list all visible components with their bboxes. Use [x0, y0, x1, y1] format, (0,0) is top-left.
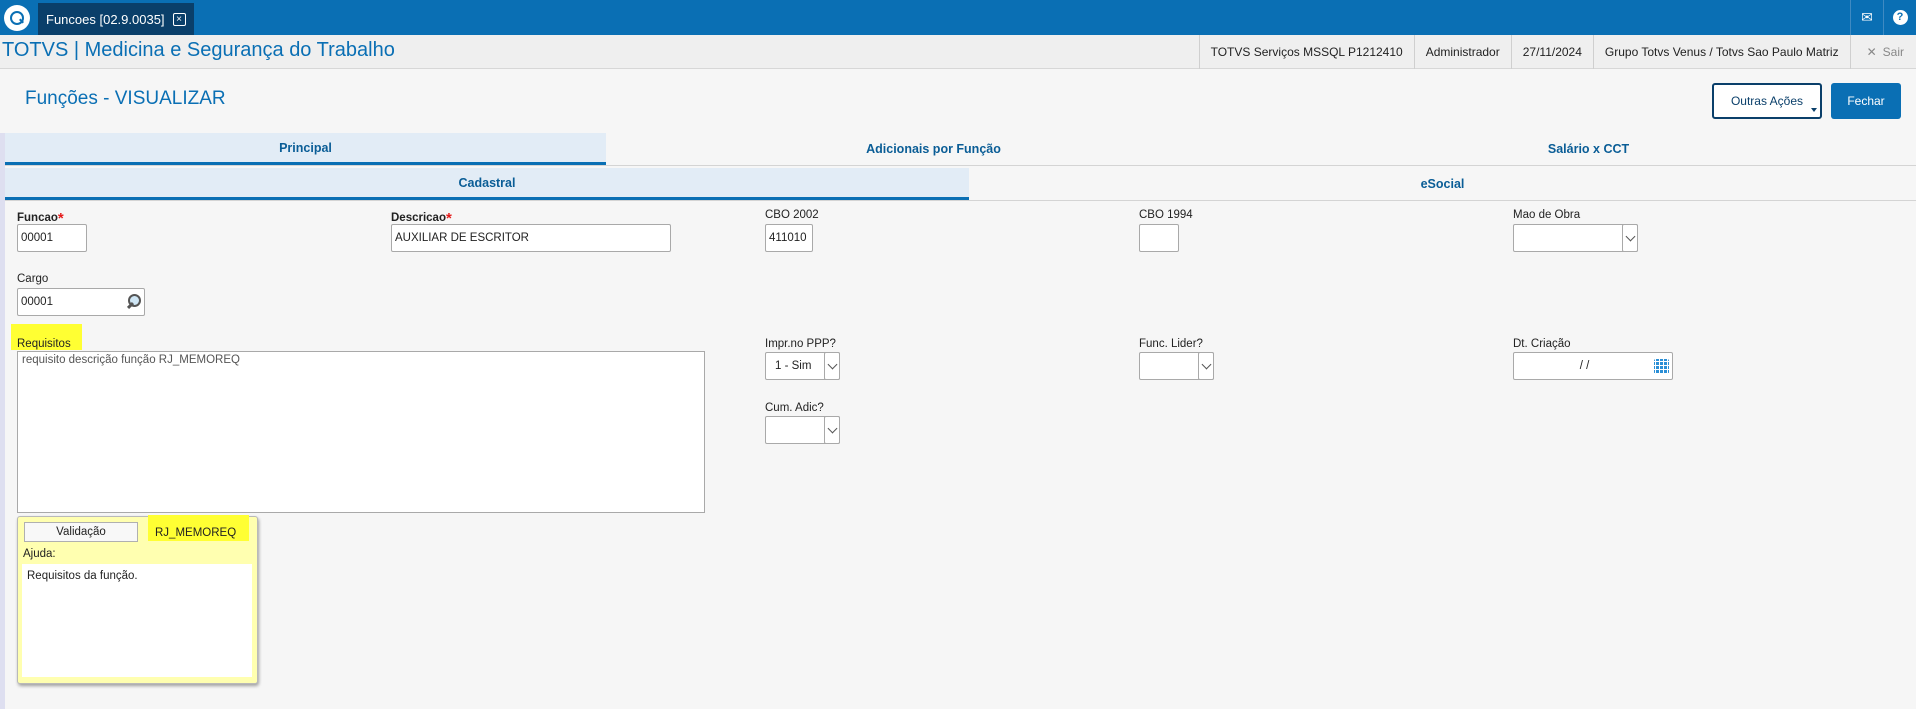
app-title: TOTVS | Medicina e Segurança do Trabalho — [2, 39, 395, 61]
page-title: Funções - VISUALIZAR — [25, 88, 226, 109]
func-lider-label: Func. Lider? — [1139, 338, 1203, 350]
company-info: Grupo Totvs Venus / Totvs Sao Paulo Matr… — [1592, 35, 1850, 69]
mail-icon[interactable]: ✉ — [1850, 0, 1883, 35]
tab-funcoes[interactable]: Funcoes [02.9.0035] × — [38, 3, 194, 35]
dropdown-button[interactable] — [1622, 224, 1638, 252]
mao-obra-label: Mao de Obra — [1513, 209, 1581, 221]
dt-criacao-label: Dt. Criação — [1513, 338, 1571, 350]
environment-info: TOTVS Serviços MSSQL P1212410 — [1198, 35, 1414, 69]
cum-adic-label: Cum. Adic? — [765, 402, 824, 414]
date-info: 27/11/2024 — [1510, 35, 1593, 69]
tab-principal[interactable]: Principal — [5, 133, 606, 165]
dropdown-button[interactable] — [1198, 352, 1214, 380]
other-actions-label: Outras Ações — [1730, 94, 1804, 108]
help-panel: Validação RJ_MEMOREQ Ajuda: Requisitos d… — [17, 515, 258, 684]
tab-cadastral[interactable]: Cadastral — [5, 168, 969, 200]
caret-down-icon — [1811, 108, 1817, 112]
dropdown-button[interactable] — [824, 416, 840, 444]
calendar-icon[interactable] — [1654, 359, 1669, 374]
left-accent-bar — [0, 133, 5, 709]
chevron-down-icon — [827, 423, 837, 433]
tab-label: Funcoes [02.9.0035] — [46, 11, 165, 27]
sub-tabs: Cadastral eSocial — [5, 168, 1916, 201]
impr-ppp-label: Impr.no PPP? — [765, 338, 836, 350]
func-lider-select[interactable] — [1139, 352, 1214, 380]
exit-button[interactable]: ✕ Sair — [1849, 35, 1916, 69]
requisitos-label: Requisitos — [17, 338, 71, 350]
header-bar: TOTVS | Medicina e Segurança do Trabalho… — [0, 35, 1916, 69]
descricao-field[interactable]: AUXILIAR DE ESCRITOR — [391, 224, 671, 252]
field-name: RJ_MEMOREQ — [155, 527, 237, 539]
close-x-icon: ✕ — [1866, 45, 1877, 59]
cargo-label: Cargo — [17, 273, 49, 285]
impr-ppp-value: 1 - Sim — [775, 360, 812, 372]
requisitos-textarea[interactable]: requisito descrição função RJ_MEMOREQ — [17, 351, 705, 513]
close-icon[interactable]: × — [172, 12, 186, 26]
search-icon[interactable] — [126, 294, 141, 310]
help-text: Requisitos da função. — [22, 564, 252, 677]
dt-criacao-value: / / — [1579, 360, 1590, 372]
mao-obra-select[interactable] — [1513, 224, 1638, 252]
tab-salario-cct[interactable]: Salário x CCT — [1261, 133, 1916, 165]
chevron-down-icon — [1201, 359, 1211, 369]
other-actions-button[interactable]: Outras Ações — [1712, 83, 1822, 119]
help-label: Ajuda: — [23, 548, 56, 560]
top-bar: Funcoes [02.9.0035] × ✉ ? — [0, 0, 1916, 35]
help-icon: ? — [1892, 10, 1908, 25]
cum-adic-select[interactable] — [765, 416, 840, 444]
cargo-value: 00001 — [21, 296, 53, 308]
cbo2002-field[interactable]: 411010 — [765, 224, 813, 252]
close-button[interactable]: Fechar — [1831, 83, 1901, 119]
help-button[interactable]: ? — [1883, 0, 1916, 35]
exit-label: Sair — [1882, 45, 1904, 59]
main-tabs: Principal Adicionais por Função Salário … — [5, 133, 1916, 166]
chevron-down-icon — [827, 359, 837, 369]
cbo1994-label: CBO 1994 — [1139, 209, 1193, 221]
dt-criacao-field[interactable]: / / — [1513, 352, 1673, 380]
funcao-field[interactable]: 00001 — [17, 224, 87, 252]
cbo2002-label: CBO 2002 — [765, 209, 819, 221]
impr-ppp-select[interactable]: 1 - Sim — [765, 352, 840, 380]
cargo-field[interactable]: 00001 — [17, 288, 145, 316]
dropdown-button[interactable] — [824, 352, 840, 380]
user-info: Administrador — [1413, 35, 1511, 69]
chevron-down-icon — [1625, 231, 1635, 241]
funcao-label: Funcao* — [17, 210, 64, 227]
totvs-logo-icon[interactable] — [4, 5, 30, 31]
descricao-label: Descricao* — [391, 210, 452, 227]
cbo1994-field[interactable] — [1139, 224, 1179, 252]
tab-esocial[interactable]: eSocial — [969, 168, 1916, 200]
tab-adicionais[interactable]: Adicionais por Função — [606, 133, 1261, 165]
validation-button[interactable]: Validação — [24, 522, 138, 542]
